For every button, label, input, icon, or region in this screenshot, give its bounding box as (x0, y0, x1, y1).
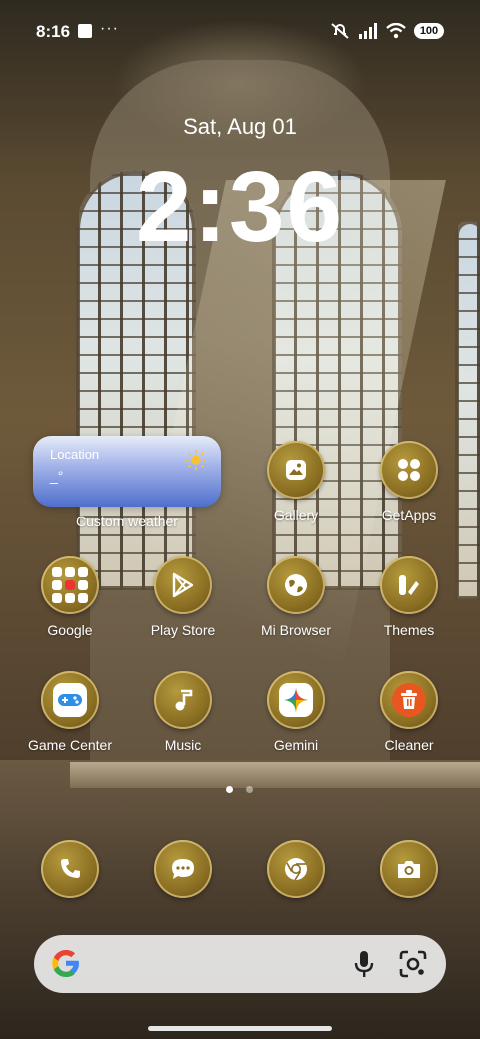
app-label: Gemini (273, 737, 319, 753)
dock-messages[interactable] (127, 840, 239, 900)
app-cleaner[interactable]: Cleaner (353, 671, 465, 781)
status-bar: 8:16 ··· 100 (0, 0, 480, 64)
getapps-icon (380, 441, 438, 499)
phone-icon (41, 840, 99, 898)
status-time: 8:16 (36, 22, 71, 41)
app-gemini[interactable]: Gemini (240, 671, 352, 781)
camera-icon (380, 840, 438, 898)
signal-icon (359, 23, 377, 39)
folder-icon (41, 556, 99, 614)
app-label: GetApps (381, 507, 437, 523)
weather-widget-label: Custom weather (76, 513, 178, 529)
app-label: Play Store (150, 622, 216, 638)
folder-google[interactable]: Google (14, 556, 126, 666)
mute-icon (331, 23, 349, 39)
sun-icon (185, 449, 207, 471)
lens-icon[interactable] (398, 949, 428, 979)
dock-chrome[interactable] (240, 840, 352, 900)
weather-widget[interactable]: Location _° (33, 436, 221, 507)
app-play-store[interactable]: Play Store (127, 556, 239, 666)
home-gesture-bar[interactable] (148, 1026, 332, 1031)
app-label: Gallery (273, 507, 319, 523)
google-search-bar[interactable] (34, 935, 446, 993)
play-store-icon (154, 556, 212, 614)
app-label: Cleaner (384, 737, 434, 753)
dock-camera[interactable] (353, 840, 465, 900)
google-g-icon (52, 950, 79, 977)
app-game-center[interactable]: Game Center (14, 671, 126, 781)
gemini-star-icon (267, 671, 325, 729)
more-notifications-icon: ··· (100, 20, 119, 37)
battery-icon: 100 (414, 23, 444, 39)
themes-icon (380, 556, 438, 614)
app-label: Music (164, 737, 202, 753)
weather-location: Location (50, 447, 100, 462)
app-getapps[interactable]: GetApps (353, 441, 465, 551)
app-label: Google (47, 622, 93, 638)
app-label: Mi Browser (260, 622, 331, 638)
globe-icon (267, 556, 325, 614)
lockscreen-date: Sat, Aug 01 (183, 114, 297, 139)
clock-widget[interactable]: 2:36 (0, 150, 480, 265)
app-music[interactable]: Music (127, 671, 239, 781)
wifi-icon (386, 23, 406, 39)
dock-phone[interactable] (14, 840, 126, 900)
gallery-icon (267, 441, 325, 499)
messages-icon (154, 840, 212, 898)
app-label: Game Center (27, 737, 113, 753)
app-label: Themes (383, 622, 435, 638)
microphone-icon[interactable] (354, 949, 374, 979)
gamepad-icon (41, 671, 99, 729)
trash-icon (380, 671, 438, 729)
app-gallery[interactable]: Gallery (240, 441, 352, 551)
page-indicator-active[interactable] (226, 786, 233, 793)
notification-square-icon (78, 24, 92, 38)
page-indicator[interactable] (246, 786, 253, 793)
weather-temperature: _° (50, 468, 64, 484)
music-note-icon (154, 671, 212, 729)
app-themes[interactable]: Themes (353, 556, 465, 666)
app-mi-browser[interactable]: Mi Browser (240, 556, 352, 666)
chrome-icon (267, 840, 325, 898)
